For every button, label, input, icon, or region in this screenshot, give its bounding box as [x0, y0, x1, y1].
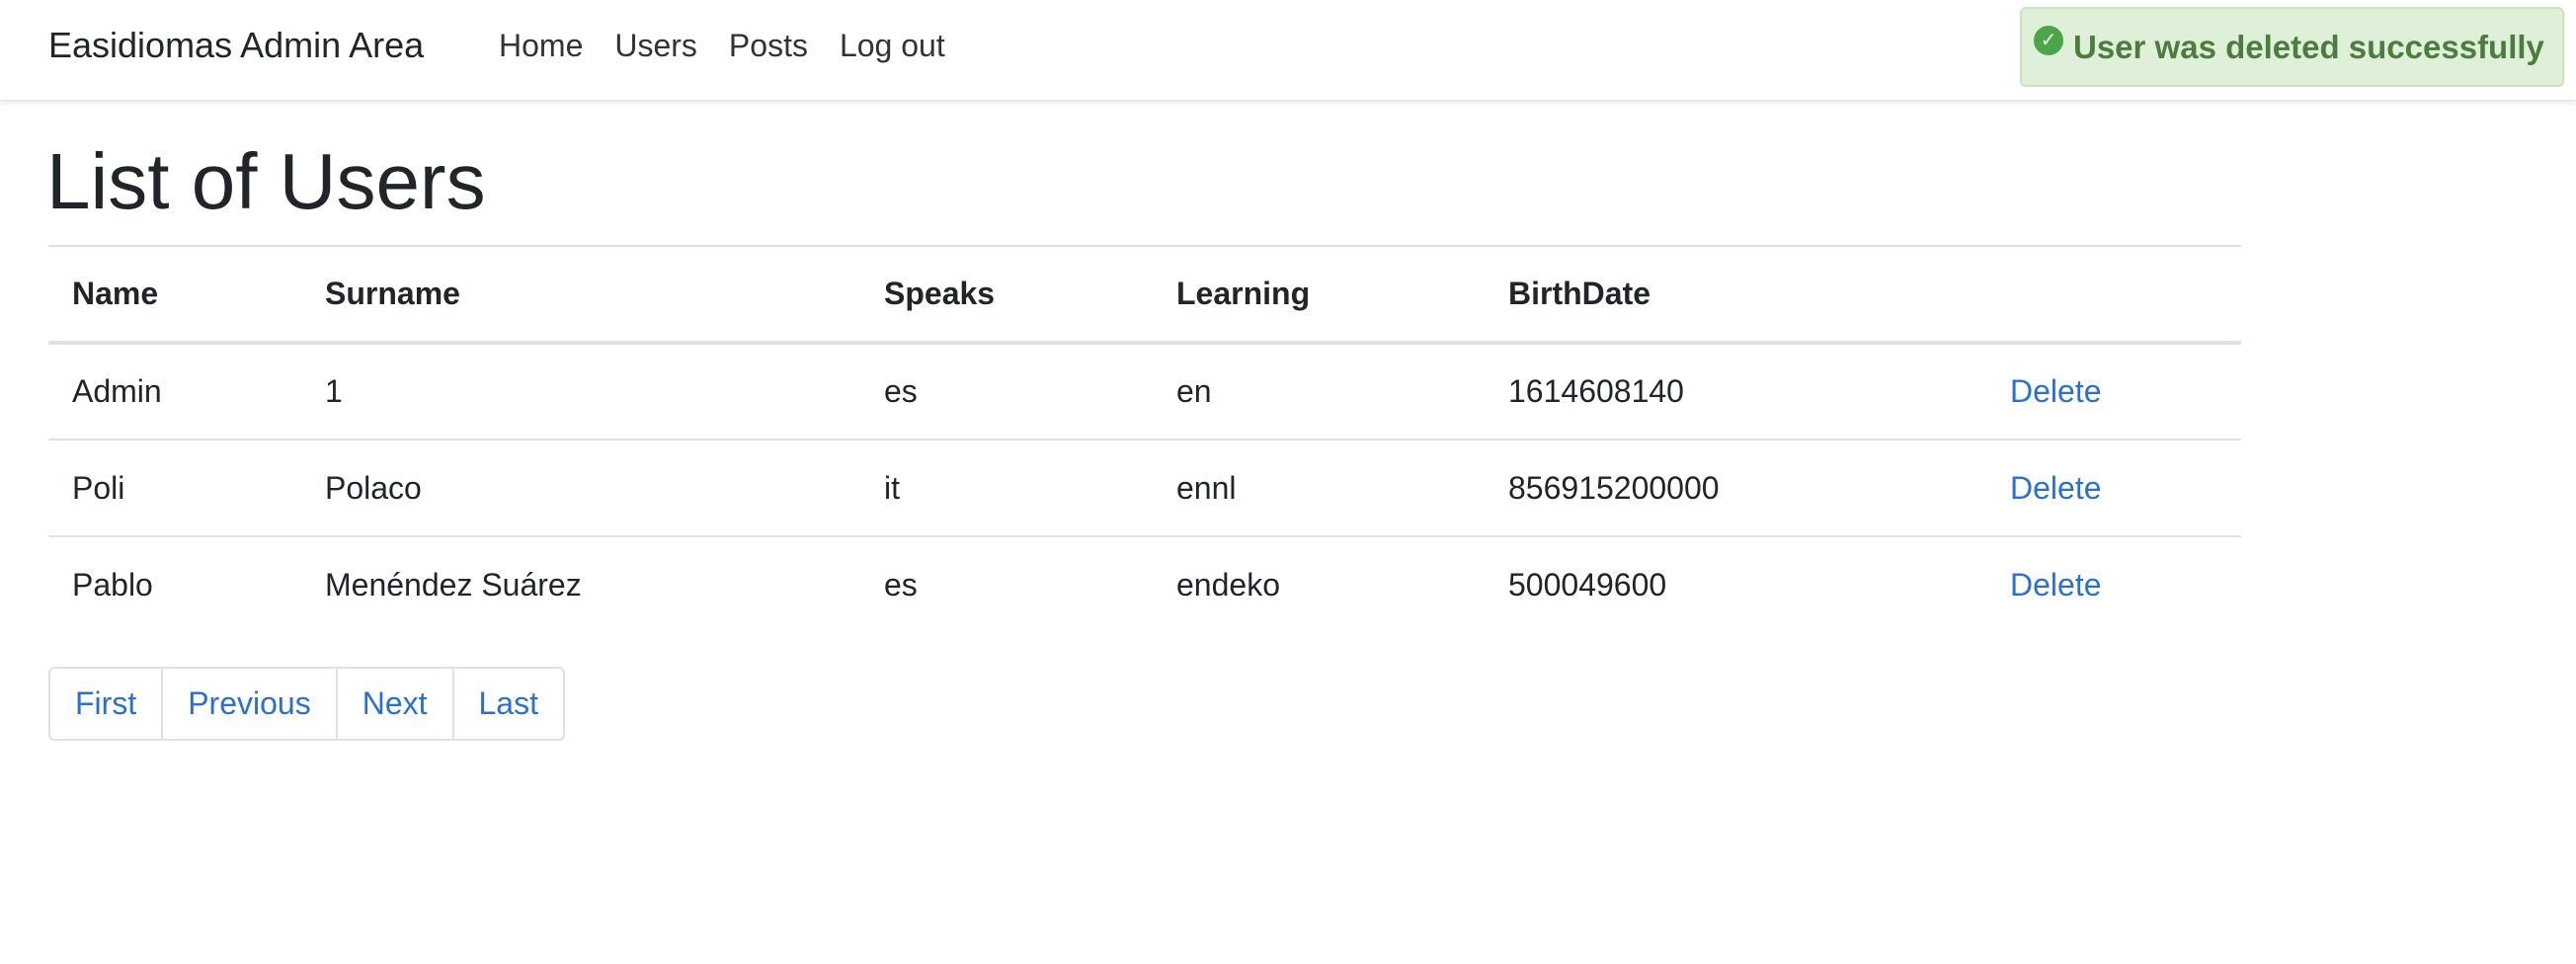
nav-link-logout[interactable]: Log out: [840, 22, 945, 69]
table-header-row: Name Surname Speaks Learning BirthDate: [48, 245, 2241, 345]
cell-learning: en: [1153, 343, 1485, 441]
cell-surname: Polaco: [301, 440, 860, 537]
pagination-next-button[interactable]: Next: [338, 669, 454, 739]
pagination: First Previous Next Last: [48, 667, 565, 741]
table-row: Pablo Menéndez Suárez es endeko 50004960…: [48, 536, 2241, 633]
cell-speaks: es: [884, 567, 918, 602]
success-alert: ✓ User was deleted successfully: [2020, 7, 2564, 87]
cell-actions: Delete: [1986, 440, 2241, 537]
cell-learning: endeko: [1176, 567, 1280, 602]
cell-speaks: es: [860, 343, 1153, 441]
cell-name: Admin: [48, 343, 301, 441]
header-birthdate: BirthDate: [1485, 245, 1986, 345]
delete-button[interactable]: Delete: [2010, 373, 2102, 409]
cell-birthdate: 856915200000: [1485, 440, 1986, 537]
nav-link-users[interactable]: Users: [614, 22, 697, 69]
top-navbar: Easidiomas Admin Area Home Users Posts L…: [0, 0, 2576, 101]
table-row: Poli Polaco it ennl 856915200000 Delete: [48, 440, 2241, 537]
cell-birthdate: 500049600: [1508, 567, 1667, 602]
cell-actions: Delete: [1986, 343, 2241, 441]
page-title: List of Users: [46, 137, 486, 225]
users-table: Name Surname Speaks Learning BirthDate A…: [48, 245, 2241, 633]
delete-button[interactable]: Delete: [2010, 470, 2102, 506]
cell-birthdate: 1614608140: [1485, 343, 1986, 441]
header-learning: Learning: [1153, 245, 1485, 345]
pagination-first-button[interactable]: First: [50, 669, 164, 739]
cell-name: Pablo: [72, 567, 153, 602]
pagination-last-button[interactable]: Last: [454, 669, 563, 739]
brand-link[interactable]: Easidiomas Admin Area: [48, 22, 424, 69]
header-name: Name: [48, 245, 301, 345]
cell-surname: 1: [301, 343, 860, 441]
nav-link-home[interactable]: Home: [499, 22, 583, 69]
cell-name: Poli: [48, 440, 301, 537]
cell-learning: ennl: [1153, 440, 1485, 537]
nav-links: Home Users Posts Log out: [499, 22, 977, 69]
pagination-previous-button[interactable]: Previous: [163, 669, 338, 739]
delete-button[interactable]: Delete: [2010, 567, 2102, 602]
header-surname: Surname: [301, 245, 860, 345]
header-actions: [1986, 245, 2241, 345]
alert-message: User was deleted successfully: [2073, 28, 2544, 65]
nav-link-posts[interactable]: Posts: [729, 22, 808, 69]
cell-surname: Menéndez Suárez: [325, 567, 582, 602]
cell-speaks: it: [860, 440, 1153, 537]
header-speaks: Speaks: [860, 245, 1153, 345]
cell-actions: Delete: [1986, 536, 2241, 633]
table-row: Admin 1 es en 1614608140 Delete: [48, 343, 2241, 441]
check-circle-icon: ✓: [2034, 25, 2063, 55]
